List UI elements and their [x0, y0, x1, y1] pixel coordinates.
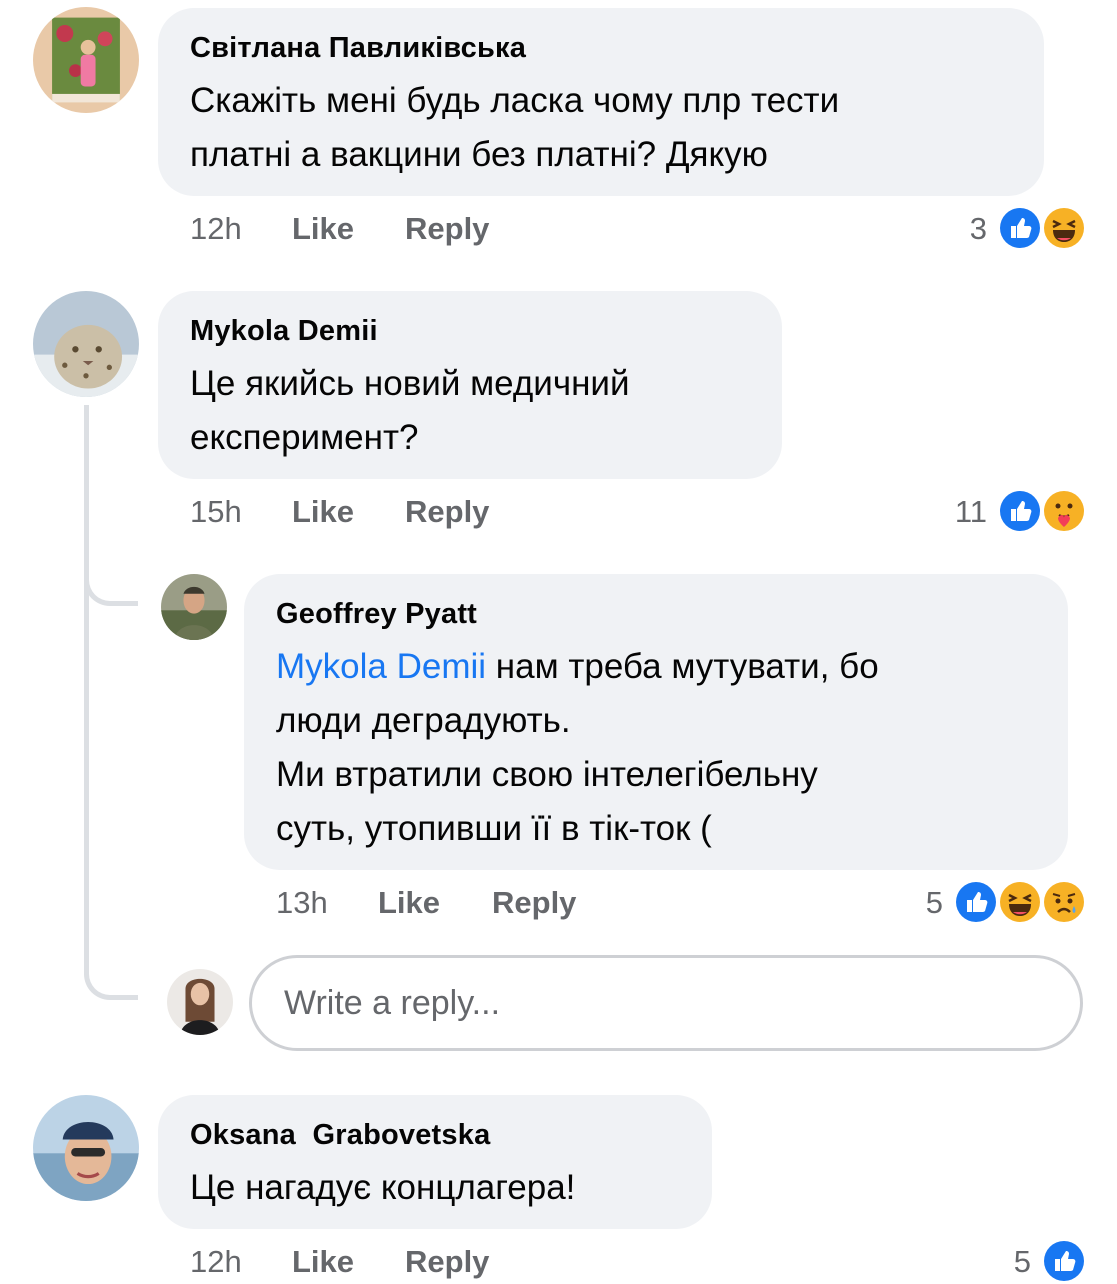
like-icon [1041, 1238, 1087, 1284]
reply-input-placeholder: Write a reply... [284, 984, 501, 1022]
reply-text-line: Ми втратили свою інтелегібельну [276, 755, 818, 794]
reaction-count[interactable]: 5 [1014, 1244, 1031, 1280]
laughing-icon [1041, 205, 1087, 251]
comment-author[interactable]: Світлана Павликівська [190, 32, 526, 65]
reply-text-line: люди деградують. [276, 701, 571, 740]
reply-button[interactable]: Reply [405, 1244, 489, 1280]
sad-icon [1041, 879, 1087, 925]
thread-line [84, 600, 89, 960]
reply-button[interactable]: Reply [405, 211, 489, 247]
care-icon [1041, 488, 1087, 534]
reaction-count[interactable]: 5 [926, 885, 943, 921]
like-icon [997, 205, 1043, 251]
thread-line [84, 560, 138, 606]
like-button[interactable]: Like [292, 1244, 354, 1280]
reply-input[interactable]: Write a reply... [249, 955, 1083, 1051]
avatar[interactable] [33, 1095, 139, 1201]
reply-button[interactable]: Reply [405, 494, 489, 530]
avatar[interactable] [33, 7, 139, 113]
current-user-avatar [167, 969, 233, 1035]
like-button[interactable]: Like [292, 494, 354, 530]
mention-link[interactable]: Mykola Demii [276, 647, 486, 686]
comment-text-line: Це якийсь новий медичний [190, 364, 630, 403]
laughing-icon [997, 879, 1043, 925]
reply-text: нам треба мутувати, бо [486, 647, 879, 686]
avatar[interactable] [161, 574, 227, 640]
reply-time[interactable]: 13h [276, 885, 328, 921]
reply-author[interactable]: Geoffrey Pyatt [276, 598, 477, 631]
comment-author[interactable]: Oksana Grabovetska [190, 1119, 490, 1152]
avatar[interactable] [33, 291, 139, 397]
comment-time[interactable]: 12h [190, 211, 242, 247]
reply-text-line: Mykola Demii нам треба мутувати, бо [276, 640, 879, 694]
like-icon [953, 879, 999, 925]
comment-text-line: експеримент? [190, 418, 419, 457]
reply-text-line: суть, утопивши її в тік-ток ( [276, 809, 712, 848]
like-button[interactable]: Like [292, 211, 354, 247]
reaction-count[interactable]: 3 [970, 211, 987, 247]
reply-button[interactable]: Reply [492, 885, 576, 921]
comment-author[interactable]: Mykola Demii [190, 315, 378, 348]
comment-time[interactable]: 15h [190, 494, 242, 530]
reaction-count[interactable]: 11 [955, 494, 987, 530]
like-button[interactable]: Like [378, 885, 440, 921]
comment-time[interactable]: 12h [190, 1244, 242, 1280]
comment-text-line: Скажіть мені будь ласка чому плр тести [190, 81, 840, 120]
comment-text-line: платні а вакцини без платні? Дякую [190, 135, 768, 174]
thread-line [84, 952, 138, 1000]
comment-text-line: Це нагадує концлагера! [190, 1168, 576, 1207]
like-icon [997, 488, 1043, 534]
